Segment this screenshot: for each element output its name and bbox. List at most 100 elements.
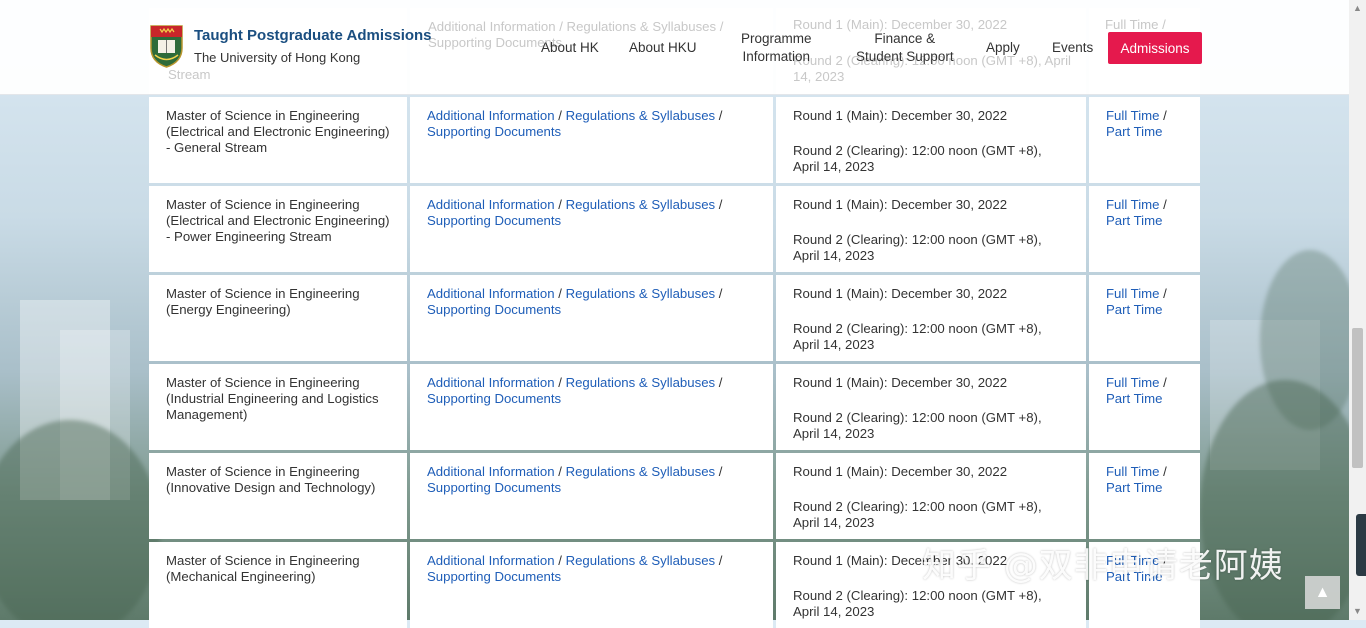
regulations-syllabuses-link[interactable]: Regulations & Syllabuses [566, 286, 716, 301]
full-time-link[interactable]: Full Time [1106, 464, 1160, 479]
ghost-text: Stream [168, 67, 211, 82]
ghost-text: 14, 2023 [793, 69, 845, 84]
back-to-top-button[interactable]: ▲ [1305, 576, 1340, 609]
nav-label: Finance & [874, 31, 936, 46]
round2-deadline: Round 2 (Clearing): 12:00 noon (GMT +8),… [793, 588, 1042, 619]
nav-events[interactable]: Events [1052, 39, 1093, 57]
regulations-syllabuses-link[interactable]: Regulations & Syllabuses [566, 375, 716, 390]
separator: / [1163, 375, 1167, 390]
separator: / [558, 197, 562, 212]
nav-about-hk[interactable]: About HK [541, 39, 599, 57]
part-time-link[interactable]: Part Time [1106, 391, 1162, 406]
scrollbar-thumb[interactable] [1352, 328, 1363, 468]
mode-cell: Full Time / Part Time [1089, 97, 1200, 183]
full-time-link[interactable]: Full Time [1106, 375, 1160, 390]
table-row: Master of Science in Engineering (Electr… [149, 97, 1200, 183]
table-row: Master of Science in Engineering (Energy… [149, 275, 1200, 361]
ghost-text: Additional Information / Regulations & S… [428, 19, 724, 34]
nav-finance-student-support[interactable]: Finance & Student Support [856, 30, 954, 66]
mode-cell: Full Time / Part Time [1089, 275, 1200, 361]
ghost-text: Full Time / [1105, 17, 1166, 32]
programme-name: Master of Science in Engineering (Electr… [166, 108, 390, 155]
supporting-documents-link[interactable]: Supporting Documents [427, 213, 561, 228]
nav-programme-information[interactable]: Programme Information [741, 30, 812, 66]
part-time-link[interactable]: Part Time [1106, 124, 1162, 139]
full-time-link[interactable]: Full Time [1106, 286, 1160, 301]
programme-name: Master of Science in Engineering (Indust… [166, 375, 379, 422]
deadline-cell: Round 1 (Main): December 30, 2022 Round … [776, 364, 1086, 450]
nav-label: Information [742, 49, 811, 64]
supporting-documents-link[interactable]: Supporting Documents [427, 569, 561, 584]
separator: / [1163, 108, 1167, 123]
mode-cell: Full Time / Part Time [1089, 186, 1200, 272]
additional-information-link[interactable]: Additional Information [427, 108, 555, 123]
round2-deadline: Round 2 (Clearing): 12:00 noon (GMT +8),… [793, 499, 1042, 530]
round1-deadline: Round 1 (Main): December 30, 2022 [793, 197, 1008, 212]
separator: / [718, 286, 723, 301]
documents-cell: Additional Information / Regulations & S… [410, 97, 773, 183]
regulations-syllabuses-link[interactable]: Regulations & Syllabuses [566, 197, 716, 212]
programme-name-cell: Master of Science in Engineering (Innova… [149, 453, 407, 539]
nav-about-hku[interactable]: About HKU [629, 39, 697, 57]
additional-information-link[interactable]: Additional Information [427, 553, 555, 568]
round1-deadline: Round 1 (Main): December 30, 2022 [793, 108, 1008, 123]
round1-deadline: Round 1 (Main): December 30, 2022 [793, 286, 1008, 301]
full-time-link[interactable]: Full Time [1106, 108, 1160, 123]
separator: / [558, 553, 562, 568]
additional-information-link[interactable]: Additional Information [427, 464, 555, 479]
full-time-link[interactable]: Full Time [1106, 197, 1160, 212]
separator: / [718, 464, 723, 479]
round2-deadline: Round 2 (Clearing): 12:00 noon (GMT +8),… [793, 321, 1042, 352]
regulations-syllabuses-link[interactable]: Regulations & Syllabuses [566, 553, 716, 568]
supporting-documents-link[interactable]: Supporting Documents [427, 480, 561, 495]
nav-apply[interactable]: Apply [986, 39, 1020, 57]
supporting-documents-link[interactable]: Supporting Documents [427, 302, 561, 317]
scroll-down-arrow-icon[interactable]: ▼ [1349, 603, 1366, 620]
round2-deadline: Round 2 (Clearing): 12:00 noon (GMT +8),… [793, 410, 1042, 441]
nav-label: Student Support [856, 49, 954, 64]
documents-cell: Additional Information / Regulations & S… [410, 364, 773, 450]
arrow-up-icon: ▲ [1314, 583, 1331, 601]
table-row: Master of Science in Engineering (Electr… [149, 186, 1200, 272]
table-row: Master of Science in Engineering (Innova… [149, 453, 1200, 539]
documents-cell: Additional Information / Regulations & S… [410, 542, 773, 628]
regulations-syllabuses-link[interactable]: Regulations & Syllabuses [566, 108, 716, 123]
nav-label: Programme [741, 31, 812, 46]
additional-information-link[interactable]: Additional Information [427, 197, 555, 212]
deadline-cell: Round 1 (Main): December 30, 2022 Round … [776, 275, 1086, 361]
separator: / [558, 375, 562, 390]
brand-title[interactable]: Taught Postgraduate Admissions [194, 27, 432, 44]
deadline-cell: Round 1 (Main): December 30, 2022 Round … [776, 453, 1086, 539]
programme-name-cell: Master of Science in Engineering (Mechan… [149, 542, 407, 628]
documents-cell: Additional Information / Regulations & S… [410, 275, 773, 361]
part-time-link[interactable]: Part Time [1106, 302, 1162, 317]
programme-name-cell: Master of Science in Engineering (Electr… [149, 186, 407, 272]
additional-information-link[interactable]: Additional Information [427, 375, 555, 390]
programme-name-cell: Master of Science in Engineering (Indust… [149, 364, 407, 450]
scroll-up-arrow-icon[interactable]: ▲ [1349, 0, 1366, 17]
hku-crest-icon[interactable] [148, 24, 185, 68]
site-header: Stream Additional Information / Regulati… [0, 0, 1349, 95]
mode-cell: Full Time / Part Time [1089, 453, 1200, 539]
part-time-link[interactable]: Part Time [1106, 213, 1162, 228]
supporting-documents-link[interactable]: Supporting Documents [427, 124, 561, 139]
separator: / [718, 197, 723, 212]
watermark-text: 知乎 @双非申请老阿姨 [922, 546, 1284, 586]
separator: / [718, 375, 723, 390]
separator: / [1163, 464, 1167, 479]
supporting-documents-link[interactable]: Supporting Documents [427, 391, 561, 406]
side-panel-tab[interactable] [1356, 514, 1366, 576]
regulations-syllabuses-link[interactable]: Regulations & Syllabuses [566, 464, 716, 479]
part-time-link[interactable]: Part Time [1106, 480, 1162, 495]
additional-information-link[interactable]: Additional Information [427, 286, 555, 301]
table-row: Master of Science in Engineering (Indust… [149, 364, 1200, 450]
programme-name: Master of Science in Engineering (Electr… [166, 197, 390, 244]
admissions-button[interactable]: Admissions [1108, 32, 1202, 64]
documents-cell: Additional Information / Regulations & S… [410, 453, 773, 539]
round1-deadline: Round 1 (Main): December 30, 2022 [793, 464, 1008, 479]
round2-deadline: Round 2 (Clearing): 12:00 noon (GMT +8),… [793, 143, 1042, 174]
round2-deadline: Round 2 (Clearing): 12:00 noon (GMT +8),… [793, 232, 1042, 263]
separator: / [558, 286, 562, 301]
brand-subtitle[interactable]: The University of Hong Kong [194, 50, 360, 65]
separator: / [718, 553, 723, 568]
